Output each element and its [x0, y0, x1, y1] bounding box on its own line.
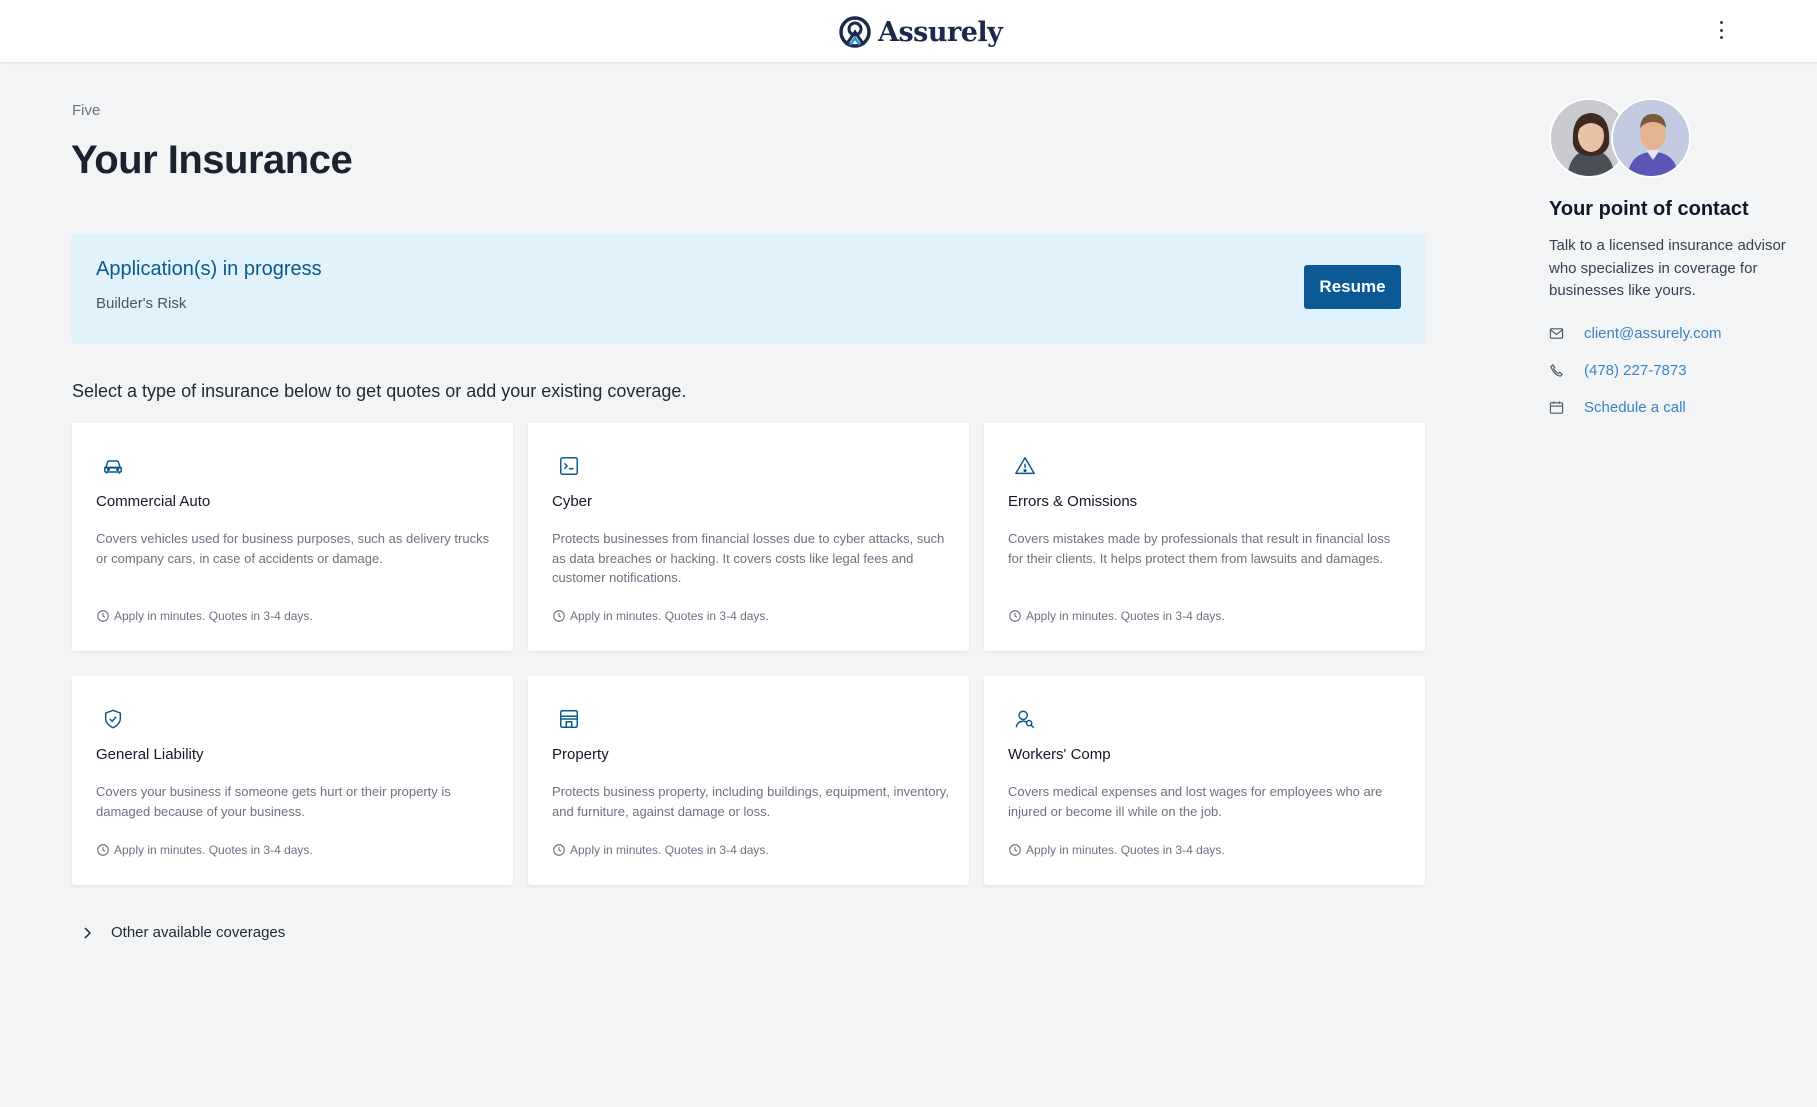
coverage-description: Covers medical expenses and lost wages f… [1008, 784, 1383, 819]
clock-icon [97, 844, 109, 856]
contact-title: Your point of contact [1549, 198, 1749, 220]
resume-button[interactable]: Resume [1304, 265, 1401, 309]
coverage-card-errors-omissions[interactable]: Errors & Omissions Covers mistakes made … [984, 423, 1425, 651]
clock-icon [1009, 610, 1021, 622]
coverage-description: Covers your business if someone gets hur… [96, 784, 451, 819]
other-coverages-label: Other available coverages [111, 924, 286, 941]
brand-logo-icon [839, 16, 871, 48]
car-icon [104, 460, 122, 474]
avatar-group [1549, 98, 1809, 180]
select-prompt: Select a type of insurance below to get … [72, 381, 687, 401]
coverage-card-cyber[interactable]: Cyber Protects businesses from financial… [528, 423, 969, 651]
coverage-timing-text: Apply in minutes. Quotes in 3-4 days. [1026, 609, 1225, 623]
coverage-title: Cyber [552, 493, 593, 510]
schedule-call-link[interactable]: Schedule a call [1584, 399, 1686, 416]
page-title: Your Insurance [71, 138, 353, 182]
avatar [1611, 98, 1691, 178]
coverage-timing-text: Apply in minutes. Quotes in 3-4 days. [1026, 843, 1225, 857]
other-coverages-toggle[interactable]: Other available coverages [82, 924, 285, 941]
coverage-description: Covers vehicles used for business purpos… [96, 531, 490, 566]
clock-icon [1009, 844, 1021, 856]
coverage-timing: Apply in minutes. Quotes in 3-4 days. [1008, 843, 1225, 857]
coverage-timing: Apply in minutes. Quotes in 3-4 days. [1008, 609, 1225, 623]
application-in-progress-card: Application(s) in progress Builder's Ris… [72, 234, 1425, 342]
contact-schedule-row: Schedule a call [1549, 399, 1809, 416]
brand-name: Assurely [878, 16, 1003, 48]
page-eyebrow: Five [72, 102, 101, 119]
coverage-timing-text: Apply in minutes. Quotes in 3-4 days. [570, 843, 769, 857]
coverage-timing: Apply in minutes. Quotes in 3-4 days. [96, 609, 313, 623]
storefront-icon [560, 710, 578, 728]
coverage-card-commercial-auto[interactable]: Commercial Auto Covers vehicles used for… [72, 423, 513, 651]
coverage-title: Workers' Comp [1008, 746, 1111, 763]
top-bar: Assurely [0, 0, 1817, 63]
clock-icon [97, 610, 109, 622]
coverage-title: Property [552, 746, 609, 763]
clock-icon [553, 844, 565, 856]
shield-check-icon [104, 709, 122, 729]
mail-icon [1549, 327, 1564, 339]
contact-phone-link[interactable]: (478) 227-7873 [1584, 362, 1687, 379]
coverage-timing-text: Apply in minutes. Quotes in 3-4 days. [570, 609, 769, 623]
point-of-contact-panel: Your point of contact Talk to a licensed… [1549, 98, 1809, 416]
in-progress-subtitle: Builder's Risk [96, 295, 187, 312]
coverage-timing: Apply in minutes. Quotes in 3-4 days. [552, 843, 769, 857]
clock-icon [553, 610, 565, 622]
phone-icon [1550, 363, 1563, 377]
in-progress-title: Application(s) in progress [96, 258, 322, 280]
kebab-menu-icon[interactable] [1711, 18, 1731, 42]
contact-phone-row: (478) 227-7873 [1549, 362, 1809, 379]
coverage-timing: Apply in minutes. Quotes in 3-4 days. [96, 843, 313, 857]
contact-email-row: client@assurely.com [1549, 325, 1809, 342]
coverage-description: Protects business property, including bu… [552, 784, 949, 819]
coverage-timing: Apply in minutes. Quotes in 3-4 days. [552, 609, 769, 623]
contact-description: Talk to a licensed insurance advisor who… [1549, 237, 1786, 299]
coverage-timing-text: Apply in minutes. Quotes in 3-4 days. [114, 609, 313, 623]
worker-icon [1015, 710, 1035, 729]
coverage-description: Covers mistakes made by professionals th… [1008, 531, 1391, 566]
warning-icon [1015, 457, 1035, 475]
calendar-icon [1549, 400, 1564, 414]
coverage-card-property[interactable]: Property Protects business property, inc… [528, 676, 969, 885]
contact-email-link[interactable]: client@assurely.com [1584, 325, 1722, 342]
coverage-timing-text: Apply in minutes. Quotes in 3-4 days. [114, 843, 313, 857]
coverage-card-general-liability[interactable]: General Liability Covers your business i… [72, 676, 513, 885]
brand-logo[interactable]: Assurely [838, 14, 1003, 50]
chevron-right-icon [84, 926, 92, 939]
coverage-description: Protects businesses from financial losse… [552, 531, 945, 585]
coverage-title: General Liability [96, 746, 204, 763]
coverage-card-workers-comp[interactable]: Workers' Comp Covers medical expenses an… [984, 676, 1425, 885]
terminal-icon [560, 457, 578, 475]
coverage-title: Errors & Omissions [1008, 493, 1138, 510]
coverage-title: Commercial Auto [96, 493, 211, 510]
